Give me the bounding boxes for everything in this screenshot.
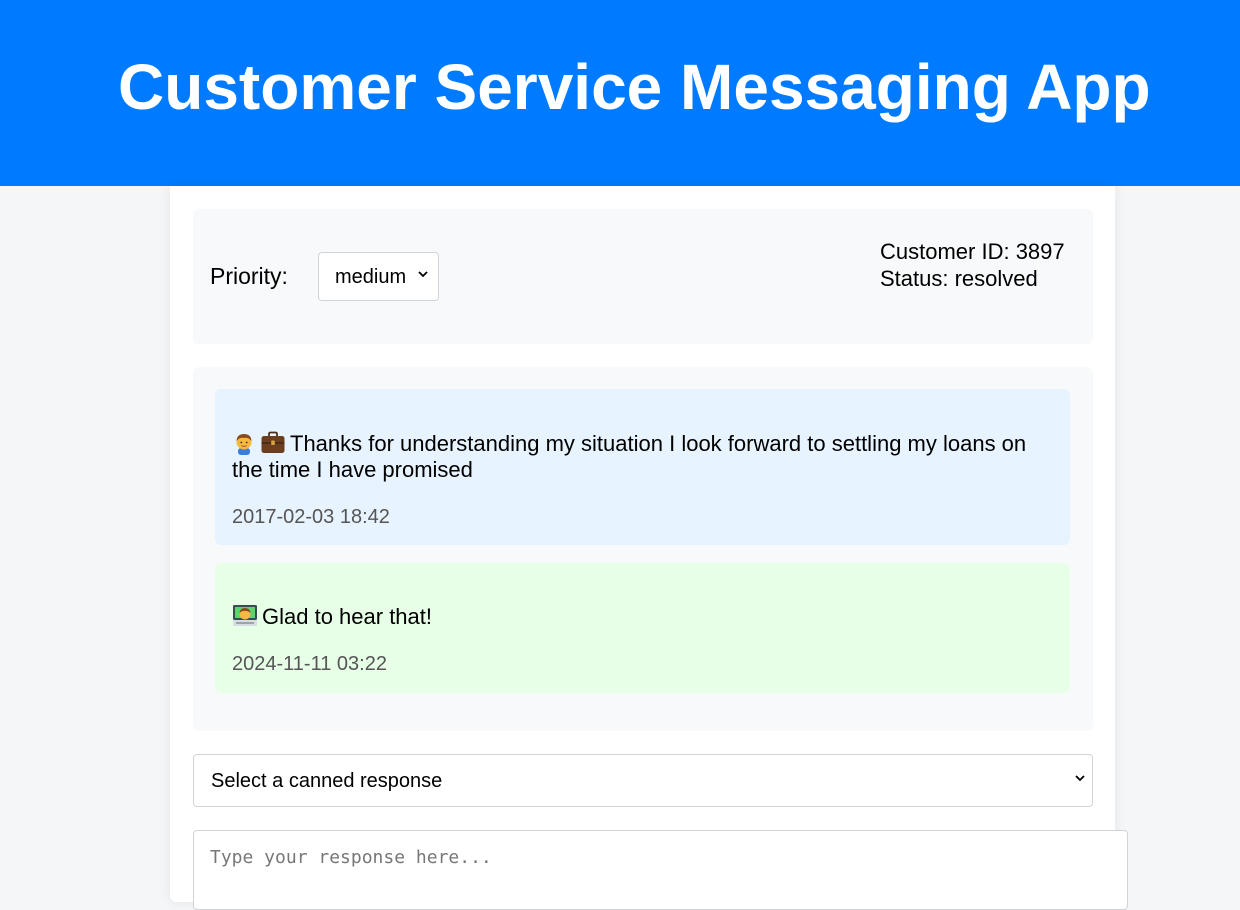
- app-title: Customer Service Messaging App: [118, 51, 1151, 123]
- priority-label: Priority:: [210, 263, 288, 289]
- message-text: Glad to hear that!: [232, 604, 1052, 630]
- customer-id: Customer ID: 3897: [880, 239, 1065, 264]
- message-timestamp: 2017-02-03 18:42: [232, 506, 390, 528]
- message-body: Glad to hear that!: [262, 604, 432, 629]
- message-text: Thanks for understanding my situation I …: [232, 431, 1052, 483]
- chevron-down-icon: [418, 271, 428, 278]
- chevron-down-icon: [1075, 775, 1085, 782]
- priority-select[interactable]: medium: [318, 252, 439, 301]
- canned-response-selected: Select a canned response: [211, 770, 443, 792]
- response-input[interactable]: [193, 830, 1128, 910]
- ticket-info-panel: Priority: medium Customer ID: 3897 Statu…: [193, 209, 1093, 344]
- message-timestamp: 2024-11-11 03:22: [232, 653, 387, 675]
- canned-response-select[interactable]: Select a canned response: [193, 754, 1093, 807]
- main-panel: Priority: medium Customer ID: 3897 Statu…: [170, 186, 1128, 910]
- customer-info: Customer ID: 3897 Status: resolved: [880, 238, 1065, 292]
- priority-selected-value: medium: [335, 266, 407, 288]
- person-emoji-icon: [236, 434, 252, 455]
- app-header: Customer Service Messaging App: [0, 0, 1240, 186]
- message-thread: Thanks for understanding my situation I …: [193, 367, 1093, 731]
- ticket-status: Status: resolved: [880, 266, 1038, 291]
- message-body: Thanks for understanding my situation I …: [232, 431, 1027, 482]
- briefcase-emoji-icon: [261, 431, 285, 453]
- technologist-emoji-icon: [233, 605, 257, 626]
- message-agent: Glad to hear that! 2024-11-11 03:22: [215, 563, 1070, 693]
- message-customer: Thanks for understanding my situation I …: [215, 389, 1070, 545]
